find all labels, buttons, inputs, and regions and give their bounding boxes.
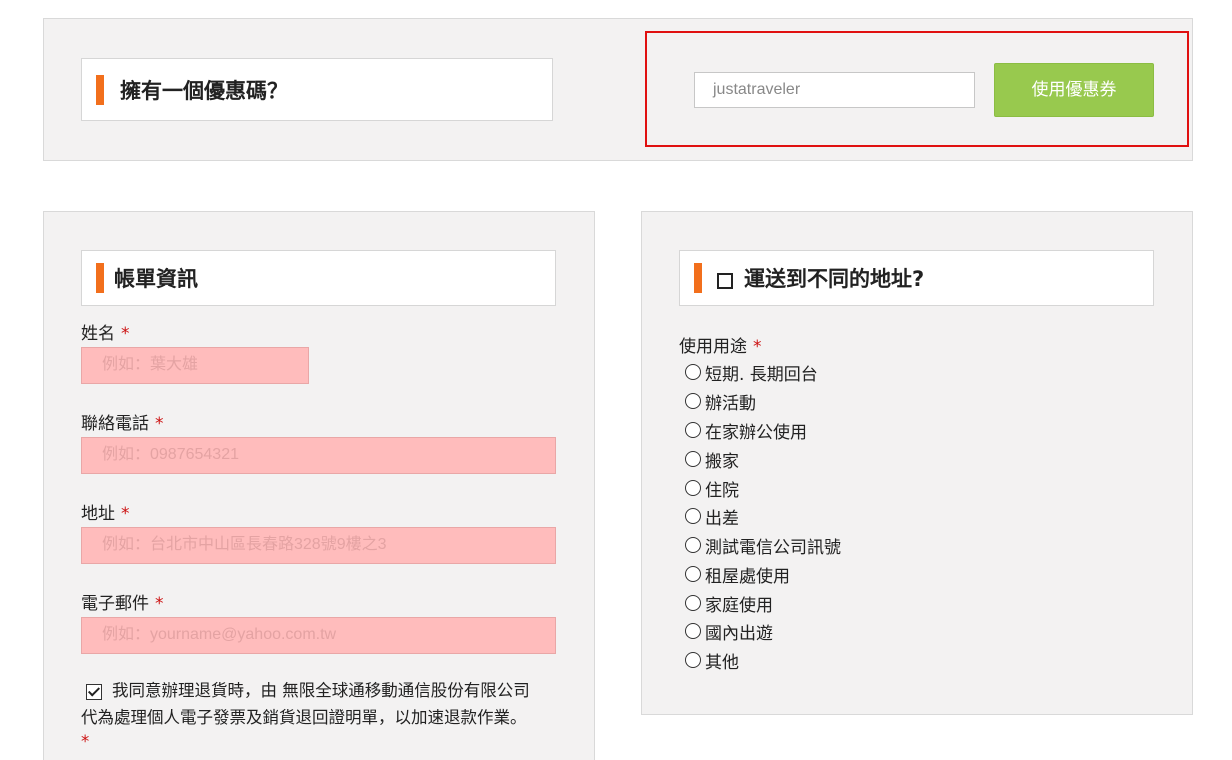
usage-option-label: 辦活動	[705, 393, 756, 414]
usage-label-text: 使用用途	[679, 337, 747, 357]
radio-icon[interactable]	[685, 537, 701, 553]
usage-label: 使用用途 *	[679, 332, 762, 357]
usage-option[interactable]: 國內出遊	[685, 619, 773, 644]
consent-line-1: 我同意辦理退貨時，由 無限全球通移動通信股份有限公司	[112, 681, 530, 700]
usage-option[interactable]: 其他	[685, 648, 739, 673]
usage-option[interactable]: 辦活動	[685, 389, 756, 414]
usage-option[interactable]: 測試電信公司訊號	[685, 533, 841, 558]
radio-icon[interactable]	[685, 422, 701, 438]
phone-field[interactable]: 例如：0987654321	[81, 437, 556, 474]
usage-option-label: 在家辦公使用	[705, 422, 807, 443]
billing-title-box: 帳單資訊	[81, 250, 556, 306]
usage-option[interactable]: 短期. 長期回台	[685, 360, 818, 385]
title-accent-bar	[694, 263, 702, 293]
email-field[interactable]: 例如：yourname@yahoo.com.tw	[81, 617, 556, 654]
consent-text: 我同意辦理退貨時，由 無限全球通移動通信股份有限公司 代為處理個人電子發票及銷貨…	[81, 677, 571, 753]
name-label-text: 姓名	[81, 324, 115, 344]
consent-line-2: 代為處理個人電子發票及銷貨退回證明單，以加速退款作業。	[81, 708, 527, 727]
usage-option-label: 測試電信公司訊號	[705, 537, 841, 558]
apply-coupon-button[interactable]: 使用優惠券	[994, 63, 1154, 117]
required-mark: *	[753, 337, 762, 357]
required-mark: *	[121, 324, 130, 344]
address-field[interactable]: 例如：台北市中山區長春路328號9樓之3	[81, 527, 556, 564]
usage-option-label: 住院	[705, 480, 739, 501]
usage-option[interactable]: 出差	[685, 504, 739, 529]
usage-option-label: 家庭使用	[705, 595, 773, 616]
usage-option-label: 短期. 長期回台	[705, 364, 818, 385]
email-label-text: 電子郵件	[81, 594, 149, 614]
usage-option-label: 國內出遊	[705, 623, 773, 644]
name-field[interactable]: 例如：葉大雄	[81, 347, 309, 384]
ship-different-address-checkbox[interactable]	[717, 273, 733, 289]
radio-icon[interactable]	[685, 480, 701, 496]
usage-option[interactable]: 搬家	[685, 447, 739, 472]
required-mark: *	[121, 504, 130, 524]
radio-icon[interactable]	[685, 652, 701, 668]
consent-required-mark: *	[81, 732, 90, 751]
name-label: 姓名 *	[81, 319, 130, 344]
usage-option[interactable]: 家庭使用	[685, 591, 773, 616]
radio-icon[interactable]	[685, 364, 701, 380]
title-accent-bar	[96, 263, 104, 293]
radio-icon[interactable]	[685, 451, 701, 467]
email-label: 電子郵件 *	[81, 589, 164, 614]
coupon-title-box: 擁有一個優惠碼？	[81, 58, 553, 121]
radio-icon[interactable]	[685, 393, 701, 409]
radio-icon[interactable]	[685, 566, 701, 582]
required-mark: *	[155, 414, 164, 434]
phone-label: 聯絡電話 *	[81, 409, 164, 434]
required-mark: *	[155, 594, 164, 614]
radio-icon[interactable]	[685, 508, 701, 524]
shipping-title: 運送到不同的地址?	[744, 267, 925, 291]
usage-option-label: 租屋處使用	[705, 566, 790, 587]
billing-title: 帳單資訊	[114, 267, 198, 291]
address-label: 地址 *	[81, 499, 130, 524]
title-accent-bar	[96, 74, 104, 105]
coupon-code-input[interactable]: justatraveler	[694, 72, 975, 108]
address-label-text: 地址	[81, 504, 115, 524]
usage-option-label: 搬家	[705, 451, 739, 472]
usage-option-label: 出差	[705, 508, 739, 529]
usage-option[interactable]: 在家辦公使用	[685, 418, 807, 443]
usage-option[interactable]: 住院	[685, 476, 739, 501]
radio-icon[interactable]	[685, 623, 701, 639]
coupon-title: 擁有一個優惠碼？	[120, 78, 288, 103]
usage-option-label: 其他	[705, 652, 739, 673]
usage-option[interactable]: 租屋處使用	[685, 562, 790, 587]
radio-icon[interactable]	[685, 595, 701, 611]
shipping-title-box: 運送到不同的地址?	[679, 250, 1154, 306]
phone-label-text: 聯絡電話	[81, 414, 149, 434]
